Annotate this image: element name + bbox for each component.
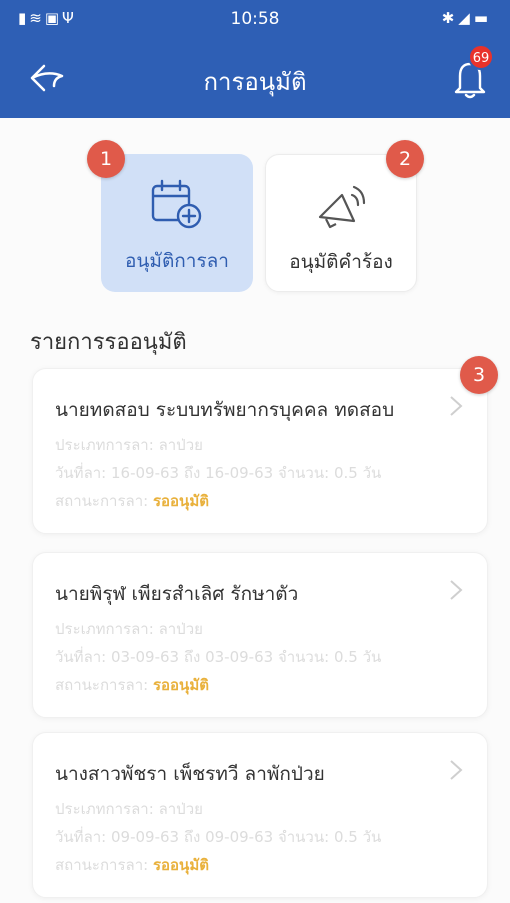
bluetooth-icon: ✱ [441,9,459,27]
leave-date-line: วันที่ลา: 16-09-63 ถึง 16-09-63 จำนวน: 0… [55,464,382,482]
chevron-right-icon [450,396,463,416]
request-card-2[interactable]: นายพิรุฬ เพียรสำเลิศ รักษาตัว ประเภทการล… [32,552,488,718]
request-card-1[interactable]: นายทดสอบ ระบบทรัพยากรบุคคล ทดสอบ ประเภทก… [32,368,488,534]
chevron-right-icon [450,580,463,600]
status-value: รออนุมัติ [152,856,209,874]
calendar-plus-icon [151,179,202,229]
requester-name: นายพิรุฬ เพียรสำเลิศ รักษาตัว [55,583,299,605]
leave-type-line: ประเภทการลา: ลาป่วย [55,436,203,454]
leave-date-line: วันที่ลา: 03-09-63 ถึง 03-09-63 จำนวน: 0… [55,648,382,666]
requester-name: นางสาวพัชรา เพ็ชรทวี ลาพักป่วย [55,763,325,785]
approve-leave-label: อนุมัติการลา [125,250,229,272]
step-badge-3: 3 [460,356,498,394]
chevron-right-icon [450,760,463,780]
leave-status-line: สถานะการลา: รออนุมัติ [55,856,209,874]
status-value: รออนุมัติ [152,676,209,694]
leave-status-line: สถานะการลา: รออนุมัติ [55,676,209,694]
request-card-3[interactable]: นางสาวพัชรา เพ็ชรทวี ลาพักป่วย ประเภทการ… [32,732,488,898]
battery-icon: ▬ [473,9,492,27]
leave-date-line: วันที่ลา: 09-09-63 ถึง 09-09-63 จำนวน: 0… [55,828,382,846]
mute-icon: ◢ [458,9,474,27]
approve-leave-tile[interactable]: อนุมัติการลา [101,154,253,292]
step-badge-2: 2 [386,140,424,178]
status-time: 10:58 [230,9,280,29]
status-value: รออนุมัติ [152,492,209,510]
status-bar: ▮≋▣Ψ 10:58 ✱◢▬ [0,0,510,38]
requester-name: นายทดสอบ ระบบทรัพยากรบุคคล ทดสอบ [55,399,395,421]
status-right-icons: ✱◢▬ [442,9,492,27]
leave-status-line: สถานะการลา: รออนุมัติ [55,492,209,510]
approve-request-label: อนุมัติคำร้อง [289,251,393,273]
page-title: การอนุมัติ [203,68,307,96]
leave-type-line: ประเภทการลา: ลาป่วย [55,800,203,818]
step-badge-1: 1 [87,140,125,178]
main-content: อนุมัติการลา อนุมัติคำร้อง 1 2 รายการรออ… [0,118,510,903]
leave-type-line: ประเภทการลา: ลาป่วย [55,620,203,638]
notification-count-badge: 69 [468,44,494,70]
megaphone-icon [318,185,366,229]
app-header: การอนุมัติ 69 [0,38,510,118]
pending-list-title: รายการรออนุมัติ [30,330,187,355]
